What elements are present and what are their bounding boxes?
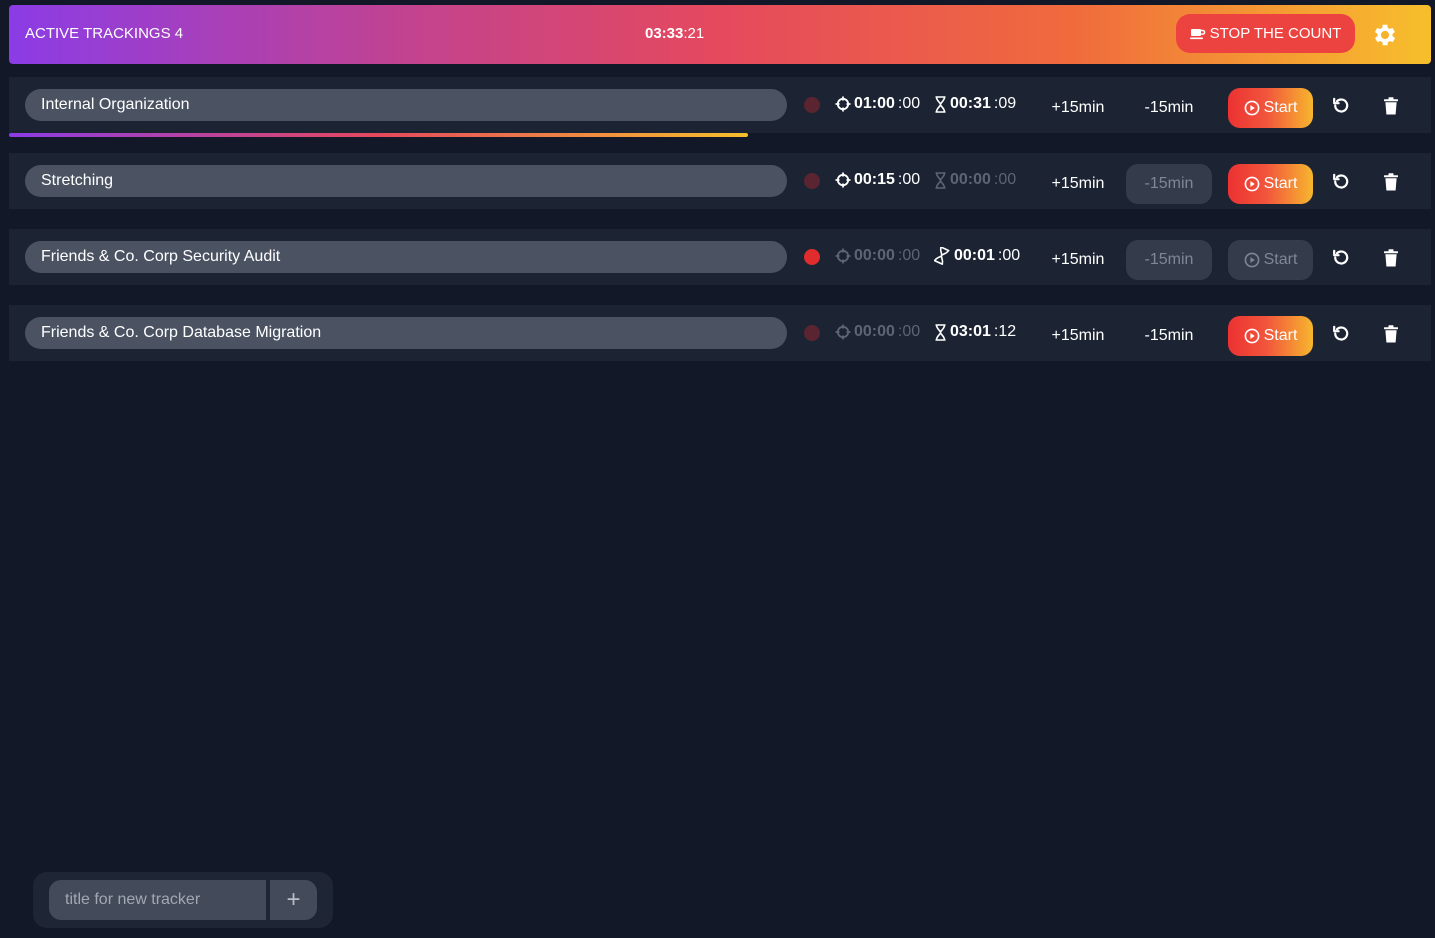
target-time: 00:00:00 [835,247,920,265]
hourglass-icon [935,171,946,189]
subtract-15min-button[interactable]: -15min [1126,240,1212,280]
tracker-progress-bar [9,133,748,137]
add-15min-button[interactable]: +15min [1035,316,1121,356]
add-15min-button[interactable]: +15min [1035,88,1121,128]
elapsed-time-hm: 00:31 [950,95,991,112]
target-time: 01:00:00 [835,95,920,113]
target-icon [835,248,851,264]
target-time-hm: 00:00 [854,247,895,264]
start-label: Start [1263,99,1298,116]
tracker-title-field[interactable]: Internal Organization [25,89,787,121]
reset-icon[interactable] [1331,96,1351,116]
start-label: Start [1263,175,1298,192]
target-time: 00:15:00 [835,171,920,189]
target-time-hm: 00:15 [854,171,895,188]
coffee-cup-icon [1189,29,1205,40]
start-label: Start [1263,327,1298,344]
target-icon [835,324,851,340]
elapsed-time-seconds: :09 [993,95,1017,112]
add-tracker-button[interactable]: + [270,880,317,920]
play-circle-icon [1244,252,1259,268]
target-time-seconds: :00 [897,247,921,264]
tracker-row: Stretching 00:15:00 00:00:00 +15min -15min St… [9,153,1431,209]
trash-icon[interactable] [1383,249,1399,267]
subtract-15min-button[interactable]: -15min [1126,88,1212,128]
tracker-row: Friends & Co. Corp Database Migration 00:… [9,305,1431,361]
elapsed-time-hm: 03:01 [950,323,991,340]
reset-icon[interactable] [1331,172,1351,192]
elapsed-time-hm: 00:01 [954,247,995,264]
tracker-row: Internal Organization 01:00:00 00:31:09 +15… [9,77,1431,137]
recording-indicator[interactable] [804,97,820,113]
start-button[interactable]: Start [1228,240,1313,280]
gear-icon[interactable] [1371,21,1399,49]
start-button[interactable]: Start [1228,164,1313,204]
add-15min-button[interactable]: +15min [1035,164,1121,204]
reset-icon[interactable] [1331,248,1351,268]
start-button[interactable]: Start [1228,88,1313,128]
elapsed-time: 03:01:12 [934,323,1016,341]
trash-icon[interactable] [1383,97,1399,115]
total-clock-seconds: :21 [683,25,705,42]
active-trackings-title: ACTIVE TRACKINGS 4 [25,25,184,42]
target-time-seconds: :00 [897,95,921,112]
target-icon [835,172,851,188]
recording-indicator[interactable] [804,249,820,265]
elapsed-time: 00:31:09 [934,95,1016,113]
recording-indicator[interactable] [804,325,820,341]
tracker-row: Friends & Co. Corp Security Audit 00:00:0… [9,229,1431,285]
elapsed-time-hm: 00:00 [950,171,991,188]
start-button[interactable]: Start [1228,316,1313,356]
tracker-title-field[interactable]: Stretching [25,165,787,197]
elapsed-time: 00:01:00 [934,247,1020,265]
target-time-seconds: :00 [897,323,921,340]
hourglass-icon [935,323,946,341]
target-time-hm: 01:00 [854,95,895,112]
tracker-title-field[interactable]: Friends & Co. Corp Database Migration [25,317,787,349]
elapsed-time-seconds: :00 [997,247,1021,264]
target-time: 00:00:00 [835,323,920,341]
play-circle-icon [1244,176,1259,192]
tracker-title-field[interactable]: Friends & Co. Corp Security Audit [25,241,787,273]
elapsed-time-seconds: :00 [993,171,1017,188]
target-time-seconds: :00 [897,171,921,188]
trash-icon[interactable] [1383,325,1399,343]
top-bar: ACTIVE TRACKINGS 4 03:33:21 STOP THE COU… [9,5,1431,64]
stop-the-count-label: STOP THE COUNT [1209,25,1342,42]
elapsed-time: 00:00:00 [934,171,1016,189]
hourglass-running-icon [934,247,950,265]
stop-the-count-button[interactable]: STOP THE COUNT [1176,14,1355,53]
trash-icon[interactable] [1383,173,1399,191]
elapsed-time-seconds: :12 [993,323,1017,340]
recording-indicator[interactable] [804,173,820,189]
target-time-hm: 00:00 [854,323,895,340]
play-circle-icon [1244,328,1259,344]
subtract-15min-button[interactable]: -15min [1126,316,1212,356]
start-label: Start [1263,251,1298,268]
play-circle-icon [1244,100,1259,116]
reset-icon[interactable] [1331,324,1351,344]
total-clock: 03:33:21 [645,25,704,42]
plus-icon: + [286,886,301,913]
total-clock-hm: 03:33 [645,25,684,42]
hourglass-icon [935,95,946,113]
new-tracker-panel: + [33,872,333,928]
new-tracker-title-input[interactable] [49,880,266,920]
add-15min-button[interactable]: +15min [1035,240,1121,280]
subtract-15min-button[interactable]: -15min [1126,164,1212,204]
target-icon [835,96,851,112]
